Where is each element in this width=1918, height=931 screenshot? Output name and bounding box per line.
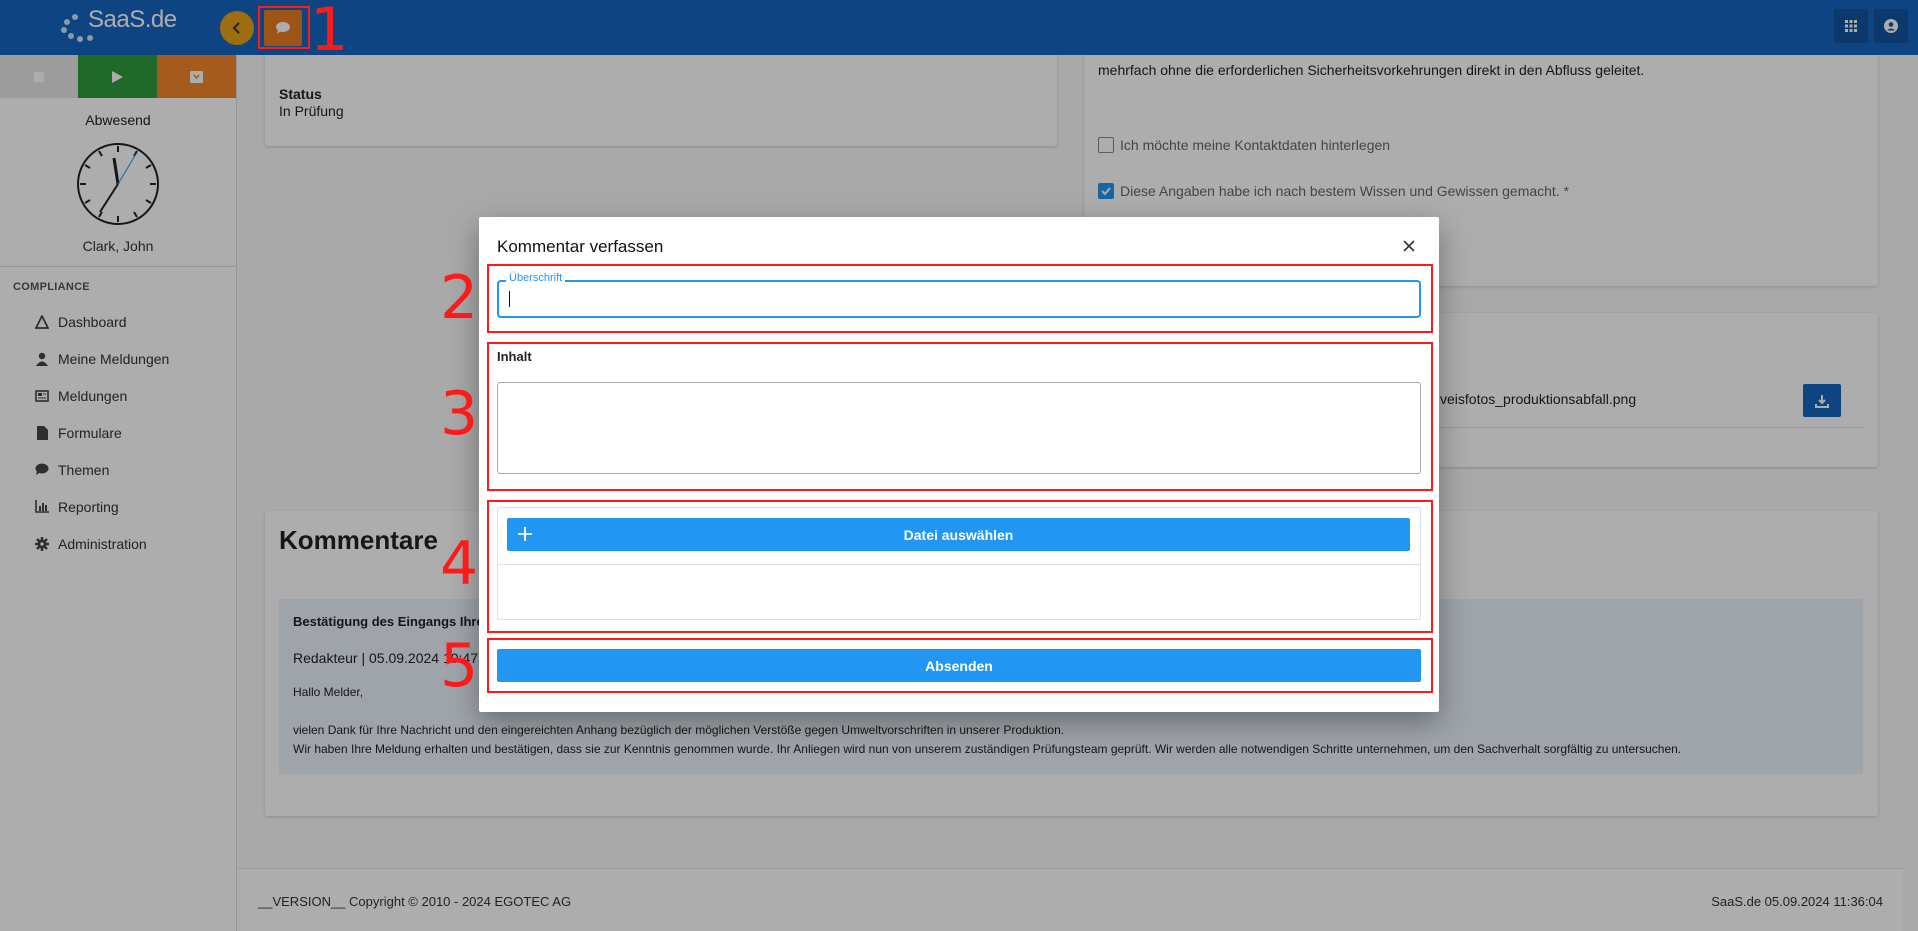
highlight-box-3 bbox=[487, 342, 1433, 491]
annotation-number-3: 3 bbox=[440, 379, 479, 449]
highlight-box-1 bbox=[258, 6, 310, 49]
annotation-number-4: 4 bbox=[440, 529, 479, 599]
highlight-box-2 bbox=[487, 264, 1433, 333]
annotation-number-5: 5 bbox=[440, 631, 479, 701]
annotation-number-2: 2 bbox=[440, 263, 479, 333]
annotation-number-1: 1 bbox=[310, 0, 349, 65]
close-button[interactable] bbox=[1399, 236, 1419, 256]
dialog-title: Kommentar verfassen bbox=[497, 237, 664, 256]
highlight-box-4 bbox=[487, 500, 1433, 633]
close-icon bbox=[1403, 240, 1415, 252]
highlight-box-5 bbox=[487, 638, 1433, 693]
